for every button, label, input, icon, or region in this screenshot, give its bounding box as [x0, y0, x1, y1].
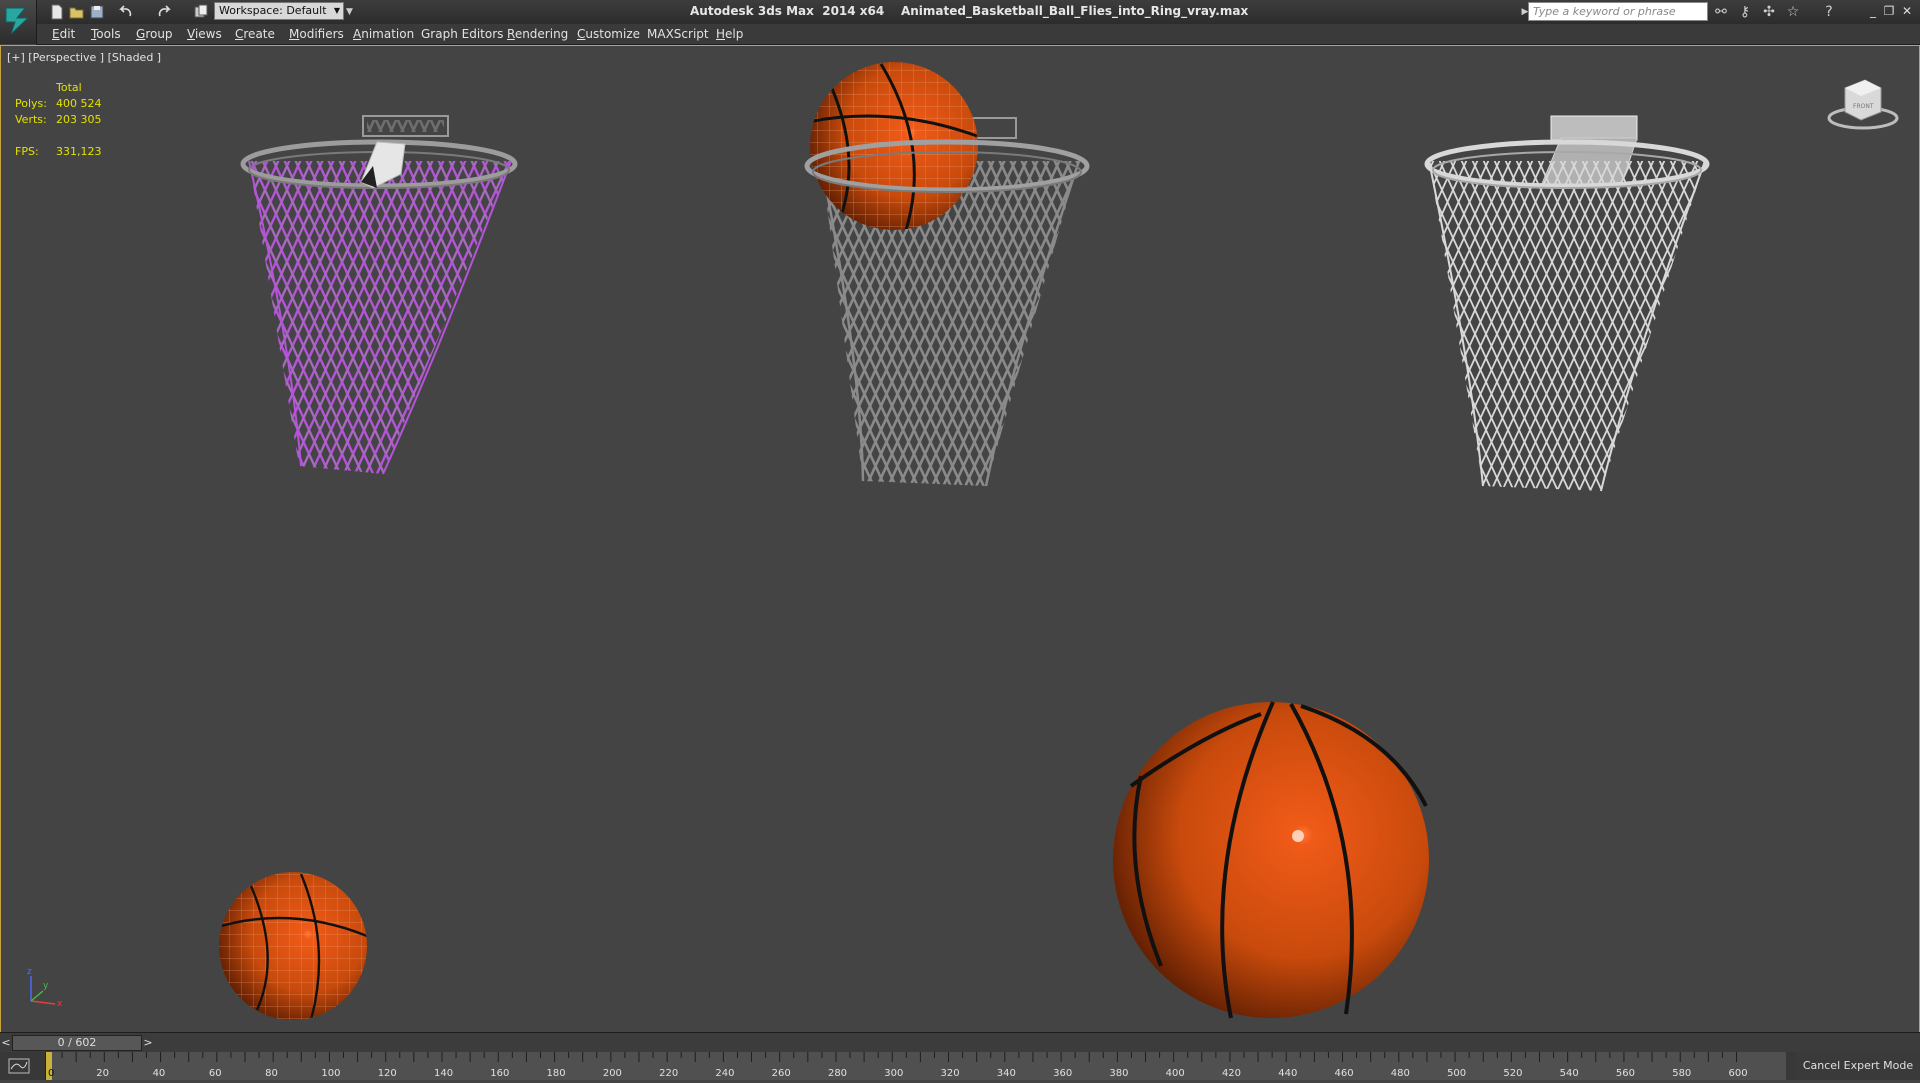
- stats-fps-label: FPS:: [15, 145, 39, 158]
- ruler-tick-label: 560: [1616, 1068, 1635, 1079]
- customize-toolbar-arrow-icon[interactable]: ▼: [346, 3, 364, 21]
- ruler-tick-label-first: 0: [48, 1068, 54, 1079]
- menu-views[interactable]: Views: [187, 27, 222, 41]
- workspace-dropdown[interactable]: Workspace: Default ▼: [214, 2, 344, 20]
- app-title: Autodesk 3ds Max 2014 x64: [690, 4, 885, 18]
- menu-maxscript[interactable]: MAXScript: [647, 27, 709, 41]
- ruler-tick-label: 300: [884, 1068, 903, 1079]
- ruler-tick-label: 520: [1503, 1068, 1522, 1079]
- app-menu-button[interactable]: [0, 0, 37, 44]
- binoculars-icon[interactable]: ⚯: [1712, 3, 1730, 21]
- ruler-tick-label: 320: [941, 1068, 960, 1079]
- title-bar: Workspace: Default ▼ ▼ Autodesk 3ds Max …: [0, 0, 1920, 25]
- ruler-tick-label: 360: [1053, 1068, 1072, 1079]
- app-logo-icon: [5, 7, 30, 35]
- scene-canvas[interactable]: FRONT x y z: [1, 46, 1919, 1032]
- mini-curve-editor-icon[interactable]: [8, 1057, 30, 1075]
- ruler-tick-label: 460: [1335, 1068, 1354, 1079]
- ruler-tick-label: 160: [490, 1068, 509, 1079]
- menu-create[interactable]: Create: [235, 27, 275, 41]
- stats-total-label: Total: [56, 81, 82, 94]
- ruler-tick-label: 260: [772, 1068, 791, 1079]
- ruler-tick-label: 120: [378, 1068, 397, 1079]
- save-icon[interactable]: [88, 3, 106, 21]
- basketball-large-shaded[interactable]: [1113, 701, 1429, 1019]
- ruler-tick-label: 600: [1728, 1068, 1747, 1079]
- ruler-tick-label: 240: [715, 1068, 734, 1079]
- viewcube[interactable]: FRONT: [1827, 79, 1899, 130]
- stats-verts-value: 203 305: [56, 113, 102, 126]
- menu-customize[interactable]: Customize: [577, 27, 640, 41]
- favorites-star-icon[interactable]: ☆: [1784, 3, 1802, 21]
- redo-icon[interactable]: [156, 3, 174, 21]
- ruler-tick-label: 540: [1560, 1068, 1579, 1079]
- communication-center-icon[interactable]: ✣: [1760, 3, 1778, 21]
- file-name: Animated_Basketball_Ball_Flies_into_Ring…: [900, 4, 1249, 18]
- stats-verts-label: Verts:: [15, 113, 47, 126]
- workspace-label: Workspace: Default: [219, 4, 327, 17]
- ruler-tick-label: 140: [434, 1068, 453, 1079]
- menu-rendering[interactable]: Rendering: [507, 27, 568, 41]
- perspective-viewport[interactable]: FRONT x y z [+] [Perspective ] [Shaded ]…: [0, 45, 1920, 1032]
- axis-label-y: y: [43, 981, 49, 991]
- viewport-label[interactable]: [+] [Perspective ] [Shaded ]: [7, 51, 161, 64]
- ruler-tick-label: 580: [1672, 1068, 1691, 1079]
- chevron-down-icon: ▼: [333, 6, 340, 15]
- menu-edit[interactable]: Edit: [52, 27, 75, 41]
- prev-frame-button[interactable]: <: [0, 1035, 12, 1051]
- ruler-tick-label: 80: [265, 1068, 278, 1079]
- subscription-key-icon[interactable]: ⚷: [1736, 3, 1754, 21]
- stats-fps-value: 331,123: [56, 145, 102, 158]
- ruler-tick-label: 40: [153, 1068, 166, 1079]
- help-icon[interactable]: ?: [1820, 3, 1838, 21]
- frame-ruler[interactable]: 20 40 60 80 100 120 140 160 180 200 220 240 260 280 30…: [45, 1052, 1786, 1080]
- ruler-tick-label: 440: [1278, 1068, 1297, 1079]
- ruler-tick-label: 20: [96, 1068, 109, 1079]
- axis-label-z: z: [27, 967, 32, 977]
- axis-tripod: x y z: [27, 967, 63, 1009]
- ruler-tick-label: 220: [659, 1068, 678, 1079]
- ruler-tick-label: 500: [1447, 1068, 1466, 1079]
- hoop-grey[interactable]: [804, 56, 1090, 487]
- frame-ruler-ticks: 20 40 60 80 100 120 140 160 180 200 220 240 260 280 30…: [46, 1052, 1748, 1080]
- hoop-purple-wire[interactable]: [240, 115, 518, 475]
- viewcube-face-label: FRONT: [1853, 103, 1874, 110]
- axis-label-x: x: [57, 999, 63, 1009]
- close-button[interactable]: ✕: [1900, 3, 1914, 19]
- stats-polys-value: 400 524: [56, 97, 102, 110]
- basketball-small-wire[interactable]: [217, 870, 369, 1022]
- stats-polys-label: Polys:: [15, 97, 47, 110]
- undo-icon[interactable]: [116, 3, 134, 21]
- time-slider[interactable]: 0 / 602: [12, 1035, 142, 1051]
- ruler-tick-label: 420: [1222, 1068, 1241, 1079]
- ruler-tick-label: 380: [1109, 1068, 1128, 1079]
- ruler-tick-label: 200: [603, 1068, 622, 1079]
- track-bar: 20 40 60 80 100 120 140 160 180 200 220 240 260 280 30…: [0, 1052, 1920, 1080]
- search-input[interactable]: [1528, 2, 1708, 21]
- menu-graph-editors[interactable]: Graph Editors: [421, 27, 503, 41]
- menu-help[interactable]: Help: [716, 27, 743, 41]
- ruler-tick-label: 400: [1166, 1068, 1185, 1079]
- ruler-tick-label: 100: [321, 1068, 340, 1079]
- new-file-icon[interactable]: [48, 3, 66, 21]
- menu-group[interactable]: Group: [136, 27, 173, 41]
- window-title: Autodesk 3ds Max 2014 x64 Animated_Baske…: [690, 4, 1248, 18]
- hoop-white[interactable]: [1424, 115, 1710, 492]
- ruler-tick-label: 180: [547, 1068, 566, 1079]
- menu-bar: Edit Tools Group Views Create Modifiers …: [36, 24, 1920, 45]
- ruler-tick-label: 340: [997, 1068, 1016, 1079]
- time-slider-bar: < 0 / 602 >: [0, 1032, 1920, 1053]
- menu-tools[interactable]: Tools: [91, 27, 121, 41]
- restore-button[interactable]: ❐: [1882, 3, 1896, 19]
- next-frame-button[interactable]: >: [142, 1035, 154, 1051]
- ruler-tick-label: 280: [828, 1068, 847, 1079]
- menu-animation[interactable]: Animation: [353, 27, 414, 41]
- menu-modifiers[interactable]: Modifiers: [289, 27, 344, 41]
- open-file-icon[interactable]: [68, 3, 86, 21]
- minimize-button[interactable]: _: [1866, 3, 1880, 19]
- cancel-expert-mode-button[interactable]: Cancel Expert Mode: [1796, 1052, 1920, 1080]
- ruler-tick-label: 60: [209, 1068, 222, 1079]
- ruler-tick-label: 480: [1391, 1068, 1410, 1079]
- project-folder-icon[interactable]: [192, 3, 210, 21]
